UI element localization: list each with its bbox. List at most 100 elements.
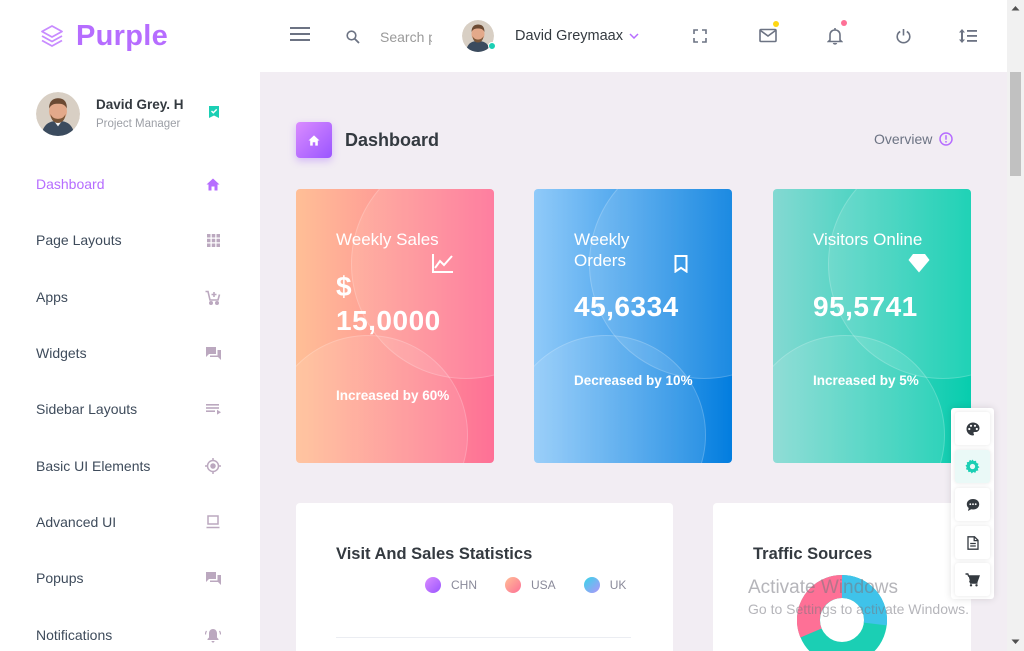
sidebar-item-label: Sidebar Layouts xyxy=(36,401,138,417)
brand-logo[interactable]: Purple xyxy=(0,0,260,72)
card-title: Visitors Online xyxy=(813,230,923,249)
forum-icon xyxy=(204,344,222,362)
page-header-icon xyxy=(296,122,332,158)
legend-swatch xyxy=(425,577,441,593)
sidebar-item-widgets[interactable]: Widgets xyxy=(36,338,226,368)
sidebar-item-label: Popups xyxy=(36,570,84,586)
laptop-icon xyxy=(204,513,222,531)
bell-ring-icon xyxy=(204,626,222,644)
info-icon xyxy=(939,132,954,146)
fullscreen-button[interactable] xyxy=(693,29,707,43)
sidebar-item-label: Apps xyxy=(36,289,68,305)
sidebar: David Grey. H Project Manager Dashboard … xyxy=(0,72,260,651)
panel-title: Traffic Sources xyxy=(753,545,873,563)
palette-icon xyxy=(966,422,979,435)
bell-icon xyxy=(827,28,843,45)
legend-item-chn: CHN xyxy=(425,577,477,593)
visitors-online-card: Visitors Online 95,5741 Increased by 5% xyxy=(773,189,971,463)
sidebar-item-dashboard[interactable]: Dashboard xyxy=(36,169,226,199)
card-value-currency: $ xyxy=(336,271,353,302)
user-role: Project Manager xyxy=(96,118,181,130)
sidebar-profile[interactable]: David Grey. H Project Manager xyxy=(36,92,226,136)
top-navbar: David Greymaax xyxy=(260,0,1007,72)
sidebar-item-sidebar-layouts[interactable]: Sidebar Layouts xyxy=(36,394,226,424)
notifications-button[interactable] xyxy=(827,27,843,45)
card-note: Increased by 60% xyxy=(336,388,450,403)
legend-swatch xyxy=(505,577,521,593)
messages-badge xyxy=(773,21,779,27)
settings-toggle-button[interactable] xyxy=(959,28,977,44)
legend-swatch xyxy=(583,577,600,593)
chart-legend: CHN USA UK xyxy=(425,577,654,593)
chat-button[interactable] xyxy=(955,488,990,521)
sidebar-item-label: Page Layouts xyxy=(36,232,122,248)
sidebar-item-apps[interactable]: Apps xyxy=(36,282,226,312)
cart-button[interactable] xyxy=(955,563,990,596)
search-icon[interactable] xyxy=(346,30,360,44)
messages-button[interactable] xyxy=(759,28,777,43)
bookmark-check-icon xyxy=(209,106,219,118)
crosshair-icon xyxy=(204,457,222,475)
cart-plus-icon xyxy=(204,288,222,306)
sidebar-item-label: Widgets xyxy=(36,345,87,361)
sidebar-item-label: Notifications xyxy=(36,627,113,643)
layers-logo-icon xyxy=(41,25,63,47)
online-status-dot xyxy=(488,42,496,50)
settings-gear-button[interactable] xyxy=(955,450,990,483)
sidebar-item-basic-ui-elements[interactable]: Basic UI Elements xyxy=(36,451,226,481)
page-scrollbar[interactable] xyxy=(1007,0,1024,651)
chevron-down-icon xyxy=(629,33,639,39)
home-icon xyxy=(308,134,320,146)
power-icon xyxy=(896,29,911,44)
power-button[interactable] xyxy=(896,28,911,44)
floating-settings-bar xyxy=(951,408,994,599)
file-document-icon xyxy=(966,535,979,550)
chart-line-icon xyxy=(432,254,453,273)
sidebar-item-notifications[interactable]: Notifications xyxy=(36,620,226,650)
search-input[interactable] xyxy=(380,26,432,48)
avatar xyxy=(36,92,80,136)
card-title: Weekly Orders xyxy=(574,230,630,270)
format-line-spacing-icon xyxy=(959,29,977,43)
legend-item-uk: UK xyxy=(583,577,627,593)
menu-lines-icon xyxy=(204,400,222,418)
card-title: Weekly Sales xyxy=(336,230,439,249)
mail-icon xyxy=(759,28,777,43)
activate-windows-title: Activate Windows xyxy=(748,577,898,598)
user-name: David Grey. H xyxy=(96,97,184,112)
activate-windows-subtitle: Go to Settings to activate Windows. xyxy=(748,601,969,617)
profile-dropdown[interactable]: David Greymaax xyxy=(462,20,639,52)
menu-icon xyxy=(290,27,310,41)
weekly-orders-card: Weekly Orders 45,6334 Decreased by 10% xyxy=(534,189,732,463)
card-value: 45,6334 xyxy=(574,291,679,322)
documentation-button[interactable] xyxy=(955,526,990,559)
card-note: Increased by 5% xyxy=(813,373,919,388)
legend-label: UK xyxy=(609,578,627,592)
scroll-up-arrow-icon[interactable] xyxy=(1011,5,1020,11)
weekly-sales-card: Weekly Sales $ 15,0000 Increased by 60% xyxy=(296,189,494,463)
chat-bubble-icon xyxy=(966,498,979,511)
gear-icon xyxy=(965,459,980,474)
hamburger-menu-button[interactable] xyxy=(290,26,310,42)
diamond-icon xyxy=(908,254,930,273)
sidebar-item-popups[interactable]: Popups xyxy=(36,563,226,593)
sidebar-item-advanced-ui[interactable]: Advanced UI xyxy=(36,507,226,537)
notifications-badge xyxy=(841,20,847,26)
scroll-down-arrow-icon[interactable] xyxy=(1011,639,1020,645)
panel-title: Visit And Sales Statistics xyxy=(336,545,533,563)
scrollbar-thumb[interactable] xyxy=(1010,72,1021,176)
legend-item-usa: USA xyxy=(505,577,556,593)
overview-link[interactable]: Overview xyxy=(874,131,954,147)
page-title: Dashboard xyxy=(345,130,440,150)
sidebar-item-label: Dashboard xyxy=(36,176,105,192)
card-value: 15,0000 xyxy=(336,305,441,336)
brand-name: Purple xyxy=(76,19,169,52)
profile-name: David Greymaax xyxy=(515,28,623,44)
sidebar-item-page-layouts[interactable]: Page Layouts xyxy=(36,225,226,255)
legend-label: USA xyxy=(531,578,556,592)
theme-settings-button[interactable] xyxy=(955,412,990,445)
grid-icon xyxy=(204,231,222,249)
sidebar-item-label: Basic UI Elements xyxy=(36,458,151,474)
bookmark-icon xyxy=(674,255,688,273)
overview-label: Overview xyxy=(874,131,933,147)
